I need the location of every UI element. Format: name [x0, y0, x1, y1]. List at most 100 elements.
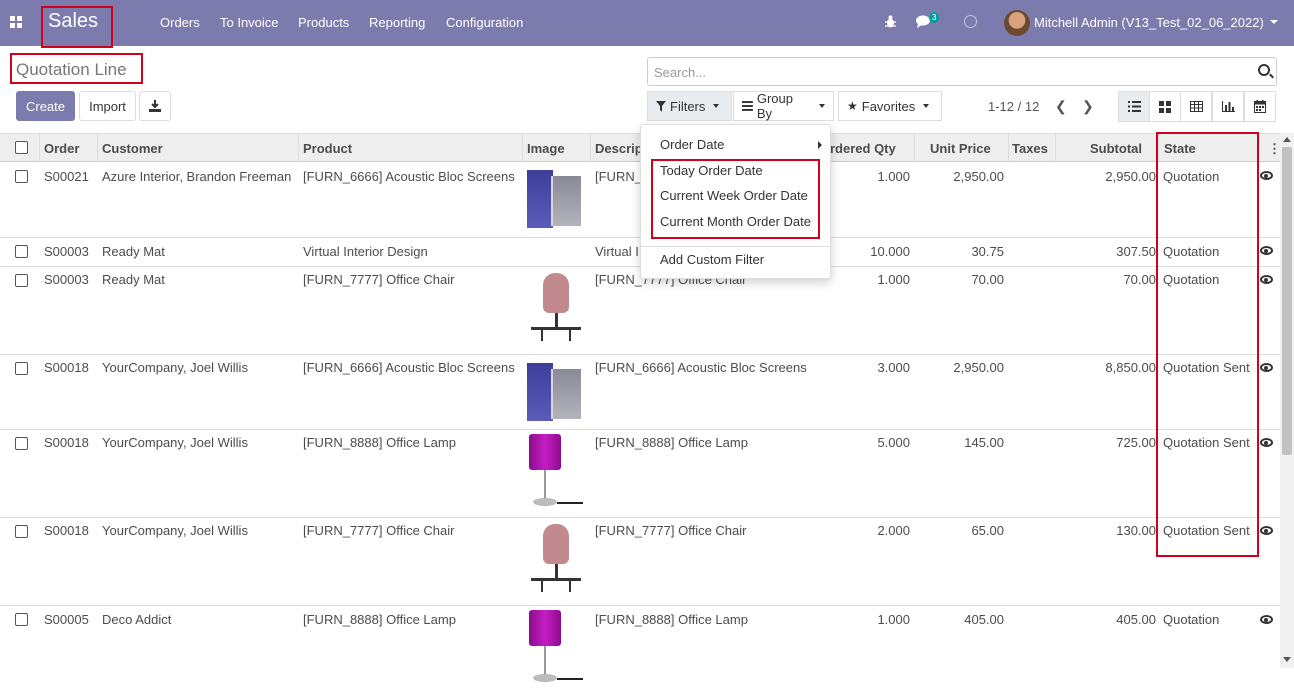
menu-configuration[interactable]: Configuration: [446, 15, 523, 30]
user-menu-caret-icon[interactable]: [1270, 20, 1278, 24]
filter-order-date[interactable]: Order Date: [660, 137, 724, 152]
cell-ordered-qty: 1.000: [877, 169, 910, 184]
search-icon[interactable]: [1258, 64, 1270, 76]
create-button[interactable]: Create: [16, 91, 75, 121]
messages-counter-badge: 3: [929, 12, 940, 23]
row-checkbox[interactable]: [15, 245, 28, 258]
table-row[interactable]: S00005 Deco Addict [FURN_8888] Office La…: [0, 606, 1280, 682]
cell-subtotal: 70.00: [1123, 272, 1156, 287]
header-ordered-qty[interactable]: rdered Qty: [830, 141, 896, 156]
table-row[interactable]: S00003 Ready Mat [FURN_7777] Office Chai…: [0, 267, 1280, 355]
row-checkbox[interactable]: [15, 274, 28, 287]
add-custom-filter[interactable]: Add Custom Filter: [660, 252, 764, 267]
favorites-star-icon: ★: [847, 99, 858, 113]
pager-previous-icon[interactable]: ❮: [1055, 98, 1067, 115]
cell-customer: YourCompany, Joel Willis: [102, 360, 248, 375]
pivot-view-icon[interactable]: [1180, 91, 1212, 122]
pager-next-icon[interactable]: ❯: [1082, 98, 1094, 115]
header-image[interactable]: Image: [527, 141, 565, 156]
list-view-icon[interactable]: [1118, 91, 1150, 122]
graph-view-icon[interactable]: [1212, 91, 1244, 122]
select-all-checkbox[interactable]: [15, 141, 28, 154]
cell-customer: Azure Interior, Brandon Freeman: [102, 169, 292, 184]
cell-description: [FURN_6666] Acoustic Bloc Screens: [595, 360, 807, 375]
header-description[interactable]: Descrip: [595, 141, 643, 156]
cell-unit-price: 2,950.00: [953, 360, 1004, 375]
filters-dropdown-menu: Order Date Today Order Date Current Week…: [640, 124, 831, 279]
cell-description: [FURN_: [595, 169, 642, 184]
top-navbar: Sales Orders To Invoice Products Reporti…: [0, 0, 1294, 48]
apps-menu-icon[interactable]: [10, 16, 22, 28]
cell-order: S00018: [44, 523, 89, 538]
cell-unit-price: 405.00: [964, 612, 1004, 627]
view-eye-icon[interactable]: [1260, 246, 1273, 255]
calendar-view-icon[interactable]: [1244, 91, 1276, 122]
view-eye-icon[interactable]: [1260, 615, 1273, 624]
product-image-acoustic-screens: [527, 166, 585, 232]
search-input[interactable]: Search...: [647, 57, 1277, 86]
cell-ordered-qty: 2.000: [877, 523, 910, 538]
header-order[interactable]: Order: [44, 141, 79, 156]
menu-products[interactable]: Products: [298, 15, 349, 30]
cell-subtotal: 405.00: [1116, 612, 1156, 627]
table-row[interactable]: S00018 YourCompany, Joel Willis [FURN_77…: [0, 518, 1280, 606]
menu-orders[interactable]: Orders: [160, 15, 200, 30]
cell-order: S00018: [44, 435, 89, 450]
row-checkbox[interactable]: [15, 525, 28, 538]
row-checkbox[interactable]: [15, 613, 28, 626]
download-button[interactable]: [139, 91, 171, 121]
row-checkbox[interactable]: [15, 170, 28, 183]
header-unit-price[interactable]: Unit Price: [930, 141, 991, 156]
download-icon: [149, 100, 161, 112]
filter-today-order-date[interactable]: Today Order Date: [660, 163, 763, 178]
user-avatar[interactable]: [1004, 10, 1030, 36]
header-customer[interactable]: Customer: [102, 141, 163, 156]
cell-order: S00003: [44, 272, 89, 287]
header-product[interactable]: Product: [303, 141, 352, 156]
menu-reporting[interactable]: Reporting: [369, 15, 425, 30]
state-column-highlight: [1156, 132, 1259, 557]
view-eye-icon[interactable]: [1260, 275, 1273, 284]
debug-bug-icon[interactable]: [884, 14, 897, 29]
kanban-view-icon[interactable]: [1149, 91, 1181, 122]
scroll-down-icon[interactable]: [1283, 657, 1291, 662]
favorites-toggle[interactable]: ★ Favorites: [838, 91, 942, 121]
cell-description: [FURN_8888] Office Lamp: [595, 612, 748, 627]
cell-unit-price: 145.00: [964, 435, 1004, 450]
cell-customer: Deco Addict: [102, 612, 172, 627]
page-title: Quotation Line: [16, 60, 127, 79]
header-subtotal[interactable]: Subtotal: [1090, 141, 1142, 156]
filters-toggle[interactable]: Filters: [647, 91, 732, 121]
cell-product: [FURN_7777] Office Chair: [303, 272, 455, 287]
group-by-bars-icon: [742, 101, 753, 111]
cell-customer: YourCompany, Joel Willis: [102, 435, 248, 450]
cell-subtotal: 307.50: [1116, 244, 1156, 259]
view-eye-icon[interactable]: [1260, 438, 1273, 447]
view-eye-icon[interactable]: [1260, 171, 1273, 180]
row-checkbox[interactable]: [15, 362, 28, 375]
activity-clock-icon[interactable]: [964, 15, 977, 28]
menu-to-invoice[interactable]: To Invoice: [220, 15, 279, 30]
cell-ordered-qty: 5.000: [877, 435, 910, 450]
user-menu[interactable]: Mitchell Admin (V13_Test_02_06_2022): [1034, 15, 1264, 30]
import-button[interactable]: Import: [79, 91, 136, 121]
cell-description: [FURN_8888] Office Lamp: [595, 435, 748, 450]
app-brand[interactable]: Sales: [48, 10, 98, 33]
product-image-office-lamp: [527, 610, 585, 690]
pager-value[interactable]: 1-12 / 12: [988, 99, 1039, 114]
row-checkbox[interactable]: [15, 437, 28, 450]
filter-current-week-order-date[interactable]: Current Week Order Date: [660, 188, 808, 203]
table-row[interactable]: S00018 YourCompany, Joel Willis [FURN_66…: [0, 355, 1280, 430]
scroll-up-icon[interactable]: [1283, 137, 1291, 142]
scrollbar-thumb[interactable]: [1282, 147, 1292, 455]
product-image-acoustic-screens: [527, 359, 585, 425]
header-taxes[interactable]: Taxes: [1012, 141, 1048, 156]
view-eye-icon[interactable]: [1260, 526, 1273, 535]
filter-current-month-order-date[interactable]: Current Month Order Date: [660, 214, 811, 229]
group-by-toggle[interactable]: Group By: [733, 91, 834, 121]
view-eye-icon[interactable]: [1260, 363, 1273, 372]
cell-product: [FURN_7777] Office Chair: [303, 523, 455, 538]
cell-ordered-qty: 1.000: [877, 272, 910, 287]
table-row[interactable]: S00018 YourCompany, Joel Willis [FURN_88…: [0, 430, 1280, 518]
filters-label: Filters: [670, 98, 706, 114]
